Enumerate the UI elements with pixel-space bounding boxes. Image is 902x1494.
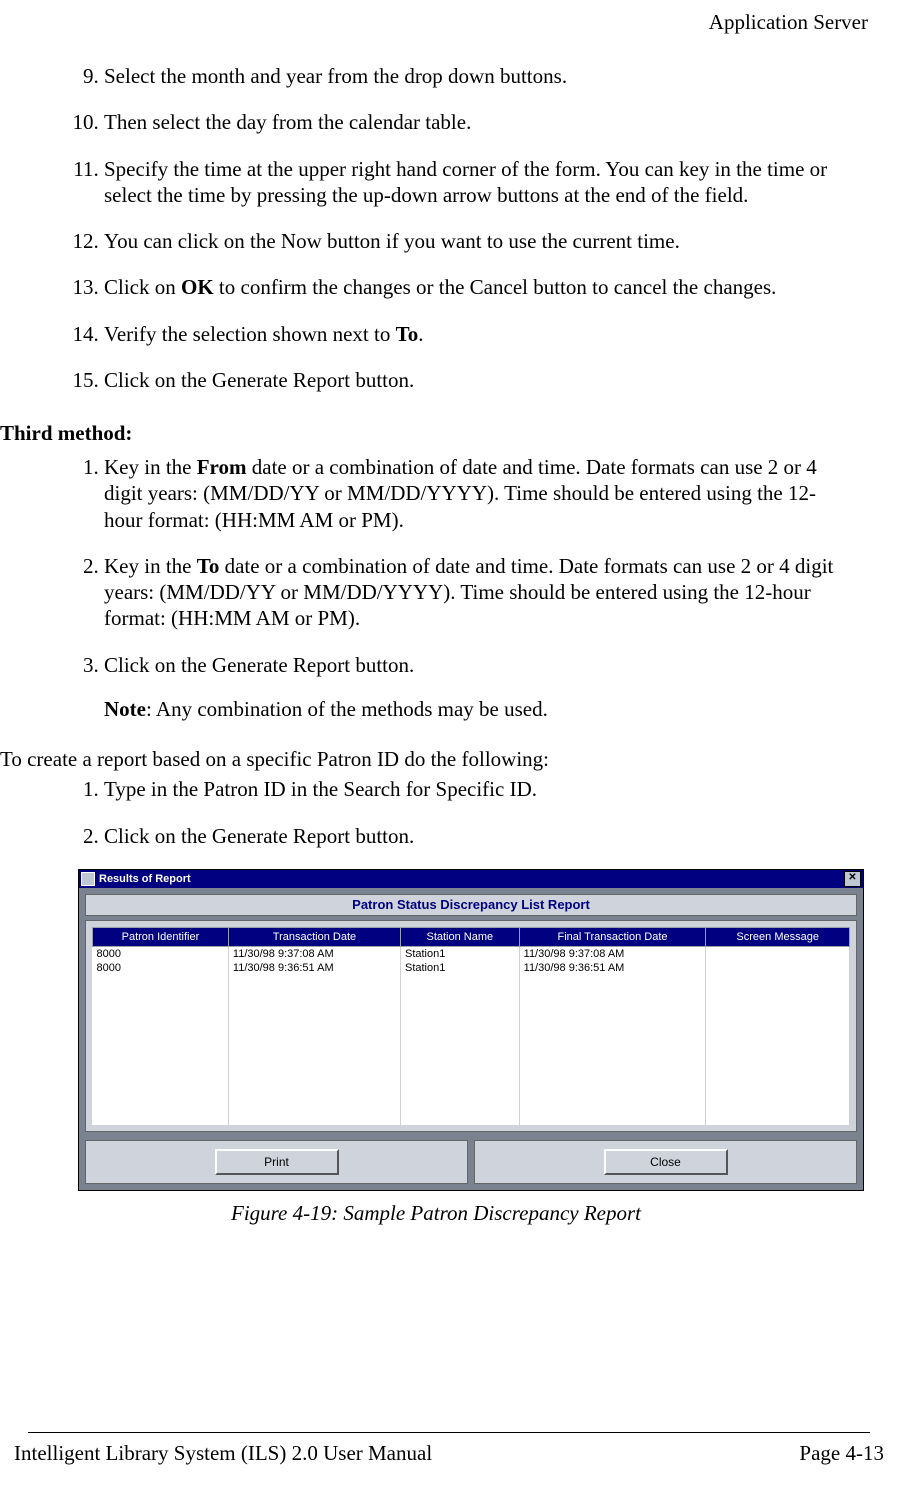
bold-to: To (396, 322, 419, 346)
close-panel: Close (474, 1140, 857, 1184)
footer-right: Page 4-13 (799, 1441, 884, 1466)
grid-filler (93, 975, 850, 1125)
page-footer: Intelligent Library System (ILS) 2.0 Use… (0, 1438, 902, 1466)
col-header[interactable]: Final Transaction Date (519, 927, 706, 946)
footer-rule (28, 1432, 870, 1433)
ordered-list-b: Key in the From date or a combination of… (60, 454, 872, 722)
button-row: Print Close (85, 1140, 857, 1184)
col-header[interactable]: Screen Message (706, 927, 850, 946)
paragraph-patron: To create a report based on a specific P… (0, 746, 872, 772)
page-header: Application Server (0, 10, 872, 63)
note-label: Note (104, 697, 146, 721)
col-header[interactable]: Transaction Date (228, 927, 400, 946)
header-title: Application Server (709, 10, 868, 34)
list-item: Click on the Generate Report button. Not… (104, 652, 842, 723)
window-title: Results of Report (99, 873, 844, 885)
list-item: Key in the From date or a combination of… (104, 454, 842, 533)
report-window: Results of Report ✕ Patron Status Discre… (78, 869, 864, 1191)
cell (706, 946, 850, 961)
list-item: Type in the Patron ID in the Search for … (104, 776, 842, 802)
close-icon[interactable]: ✕ (844, 871, 861, 887)
cell: 11/30/98 9:36:51 AM (519, 961, 706, 975)
cell: Station1 (400, 961, 519, 975)
cell (706, 961, 850, 975)
table-row[interactable]: 8000 11/30/98 9:37:08 AM Station1 11/30/… (93, 946, 850, 961)
bold-to-2: To (197, 554, 220, 578)
footer-left: Intelligent Library System (ILS) 2.0 Use… (14, 1441, 432, 1466)
print-panel: Print (85, 1140, 468, 1184)
col-header[interactable]: Station Name (400, 927, 519, 946)
window-system-icon (81, 872, 95, 886)
list-item: Specify the time at the upper right hand… (104, 156, 842, 209)
note-block: Note: Any combination of the methods may… (104, 696, 842, 722)
cell: 11/30/98 9:37:08 AM (228, 946, 400, 961)
list-item: Select the month and year from the drop … (104, 63, 842, 89)
list-item: Then select the day from the calendar ta… (104, 109, 842, 135)
list-item: Verify the selection shown next to To. (104, 321, 842, 347)
list-item: Click on the Generate Report button. (104, 367, 842, 393)
ordered-list-c: Type in the Patron ID in the Search for … (60, 776, 872, 849)
ordered-list-a: Select the month and year from the drop … (60, 63, 872, 393)
report-grid-wrap: Patron Identifier Transaction Date Stati… (85, 920, 857, 1132)
col-header[interactable]: Patron Identifier (93, 927, 229, 946)
cell: 8000 (93, 961, 229, 975)
list-item: Click on the Generate Report button. (104, 823, 842, 849)
report-title: Patron Status Discrepancy List Report (85, 894, 857, 916)
cell: 11/30/98 9:36:51 AM (228, 961, 400, 975)
titlebar: Results of Report ✕ (79, 870, 863, 888)
third-method-heading: Third method: (0, 421, 872, 446)
print-button[interactable]: Print (215, 1149, 339, 1175)
cell: 11/30/98 9:37:08 AM (519, 946, 706, 961)
figure-caption: Figure 4-19: Sample Patron Discrepancy R… (0, 1201, 872, 1226)
list-item: Click on OK to confirm the changes or th… (104, 274, 842, 300)
cell: Station1 (400, 946, 519, 961)
list-item: Key in the To date or a combination of d… (104, 553, 842, 632)
table-row[interactable]: 8000 11/30/98 9:36:51 AM Station1 11/30/… (93, 961, 850, 975)
note-text: : Any combination of the methods may be … (146, 697, 548, 721)
cell: 8000 (93, 946, 229, 961)
close-button[interactable]: Close (604, 1149, 728, 1175)
list-item: You can click on the Now button if you w… (104, 228, 842, 254)
bold-from: From (197, 455, 247, 479)
bold-ok: OK (181, 275, 214, 299)
report-grid: Patron Identifier Transaction Date Stati… (92, 927, 850, 1125)
